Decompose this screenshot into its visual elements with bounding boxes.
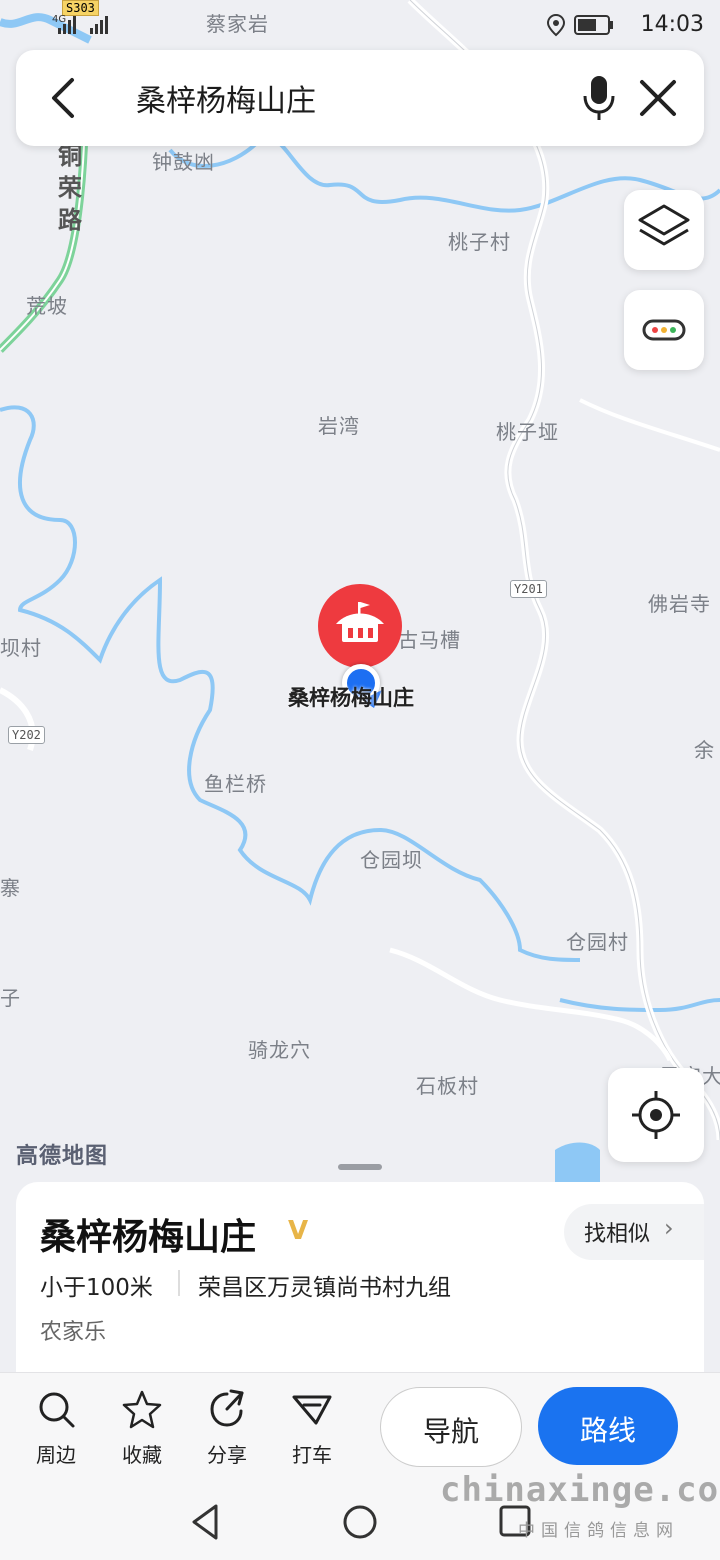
clock: 14:03 [640, 12, 704, 37]
nearby-label: 周边 [36, 1443, 76, 1467]
share-button[interactable]: 分享 [187, 1387, 267, 1468]
place-name: 桃子垭 [496, 420, 559, 444]
poi-map-label: 桑梓杨梅山庄 [288, 686, 414, 710]
star-icon [122, 1390, 162, 1429]
place-name: 岩湾 [318, 414, 360, 438]
route-label: 路线 [579, 1414, 636, 1447]
map-view[interactable]: 蔡家岩 钟鼓凼 桃子村 荒坡 岩湾 桃子垭 佛岩寺 坝村 古马槽 鱼栏桥 余 仓… [0, 0, 720, 1200]
microphone-icon[interactable] [574, 72, 624, 124]
battery-icon [574, 15, 613, 35]
poi-info-card[interactable]: 桑梓杨梅山庄 V 找相似 › 小于100米 荣昌区万灵镇尚书村九组 农家乐 [16, 1182, 704, 1372]
poi-marker[interactable] [318, 584, 402, 668]
sheet-drag-handle[interactable] [338, 1164, 382, 1170]
status-bar: S303 4G 14:03 [0, 0, 720, 50]
watermark-domain: chinaxinge.com [440, 1470, 720, 1510]
place-name: 钟鼓凼 [152, 150, 215, 174]
crosshair-icon [632, 1091, 680, 1139]
chevron-right-icon: › [664, 1214, 674, 1242]
back-triangle-icon[interactable] [186, 1502, 226, 1542]
navigate-button[interactable]: 导航 [380, 1387, 522, 1467]
taxi-button[interactable]: 打车 [272, 1387, 352, 1468]
place-name: 荒坡 [26, 294, 68, 318]
share-label: 分享 [207, 1443, 247, 1467]
home-circle-icon[interactable] [340, 1502, 380, 1542]
road-shield-y201: Y201 [510, 580, 547, 598]
taxi-label: 打车 [292, 1443, 332, 1467]
divider [178, 1270, 180, 1296]
place-name: 余 [694, 738, 715, 762]
place-name: 桃子村 [448, 230, 511, 254]
traffic-button[interactable] [624, 290, 704, 370]
poi-title: 桑梓杨梅山庄 [40, 1217, 257, 1258]
road-shield-y202: Y202 [8, 726, 45, 744]
farmhouse-icon [336, 602, 384, 642]
place-name: 仓园村 [566, 930, 629, 954]
place-name: 坝村 [0, 636, 42, 660]
place-name: 佛岩寺 [648, 592, 711, 616]
road [389, 947, 673, 1062]
road [579, 398, 720, 452]
find-similar-button[interactable]: 找相似 › [564, 1204, 704, 1260]
traffic-icon [642, 319, 686, 341]
find-similar-label: 找相似 [584, 1222, 651, 1247]
place-name: 石板村 [416, 1074, 479, 1098]
amap-logo: 高德地图 [16, 1144, 109, 1169]
place-name: 古马槽 [398, 628, 461, 652]
navigate-label: 导航 [422, 1415, 479, 1448]
layers-icon [638, 204, 690, 246]
search-input[interactable]: 桑梓杨梅山庄 [136, 76, 316, 120]
share-icon [210, 1389, 244, 1427]
locate-me-button[interactable] [608, 1068, 704, 1162]
place-name: 仓园坝 [360, 848, 423, 872]
road-edge [409, 0, 720, 1141]
river [559, 998, 720, 1013]
nearby-button[interactable]: 周边 [16, 1387, 96, 1468]
layers-button[interactable] [624, 190, 704, 270]
distance-text: 小于100米 [40, 1275, 153, 1301]
signal-icon [58, 16, 108, 34]
favorite-label: 收藏 [122, 1443, 162, 1467]
road-name-tongrong: 铜荣路 [58, 142, 83, 234]
back-arrow-icon[interactable] [44, 74, 84, 122]
close-icon[interactable] [636, 76, 680, 120]
location-pin-icon [546, 13, 566, 37]
action-bar: 周边 收藏 分享 打车 导航 路线 [0, 1372, 720, 1481]
route-button[interactable]: 路线 [538, 1387, 678, 1465]
taxi-icon [292, 1395, 332, 1425]
place-name: 子 [0, 986, 21, 1010]
road-y201 [407, 0, 720, 1141]
place-name: 鱼栏桥 [204, 772, 267, 796]
category-text: 农家乐 [40, 1320, 107, 1345]
search-bar[interactable]: 桑梓杨梅山庄 [16, 50, 704, 146]
place-name: 骑龙穴 [248, 1038, 311, 1062]
address-text: 荣昌区万灵镇尚书村九组 [198, 1275, 451, 1301]
verified-badge: V [288, 1216, 309, 1246]
search-icon [39, 1392, 75, 1428]
place-name: 寨 [0, 876, 21, 900]
watermark-subtitle: 中国信鸽信息网 [518, 1521, 679, 1541]
favorite-button[interactable]: 收藏 [102, 1387, 182, 1468]
